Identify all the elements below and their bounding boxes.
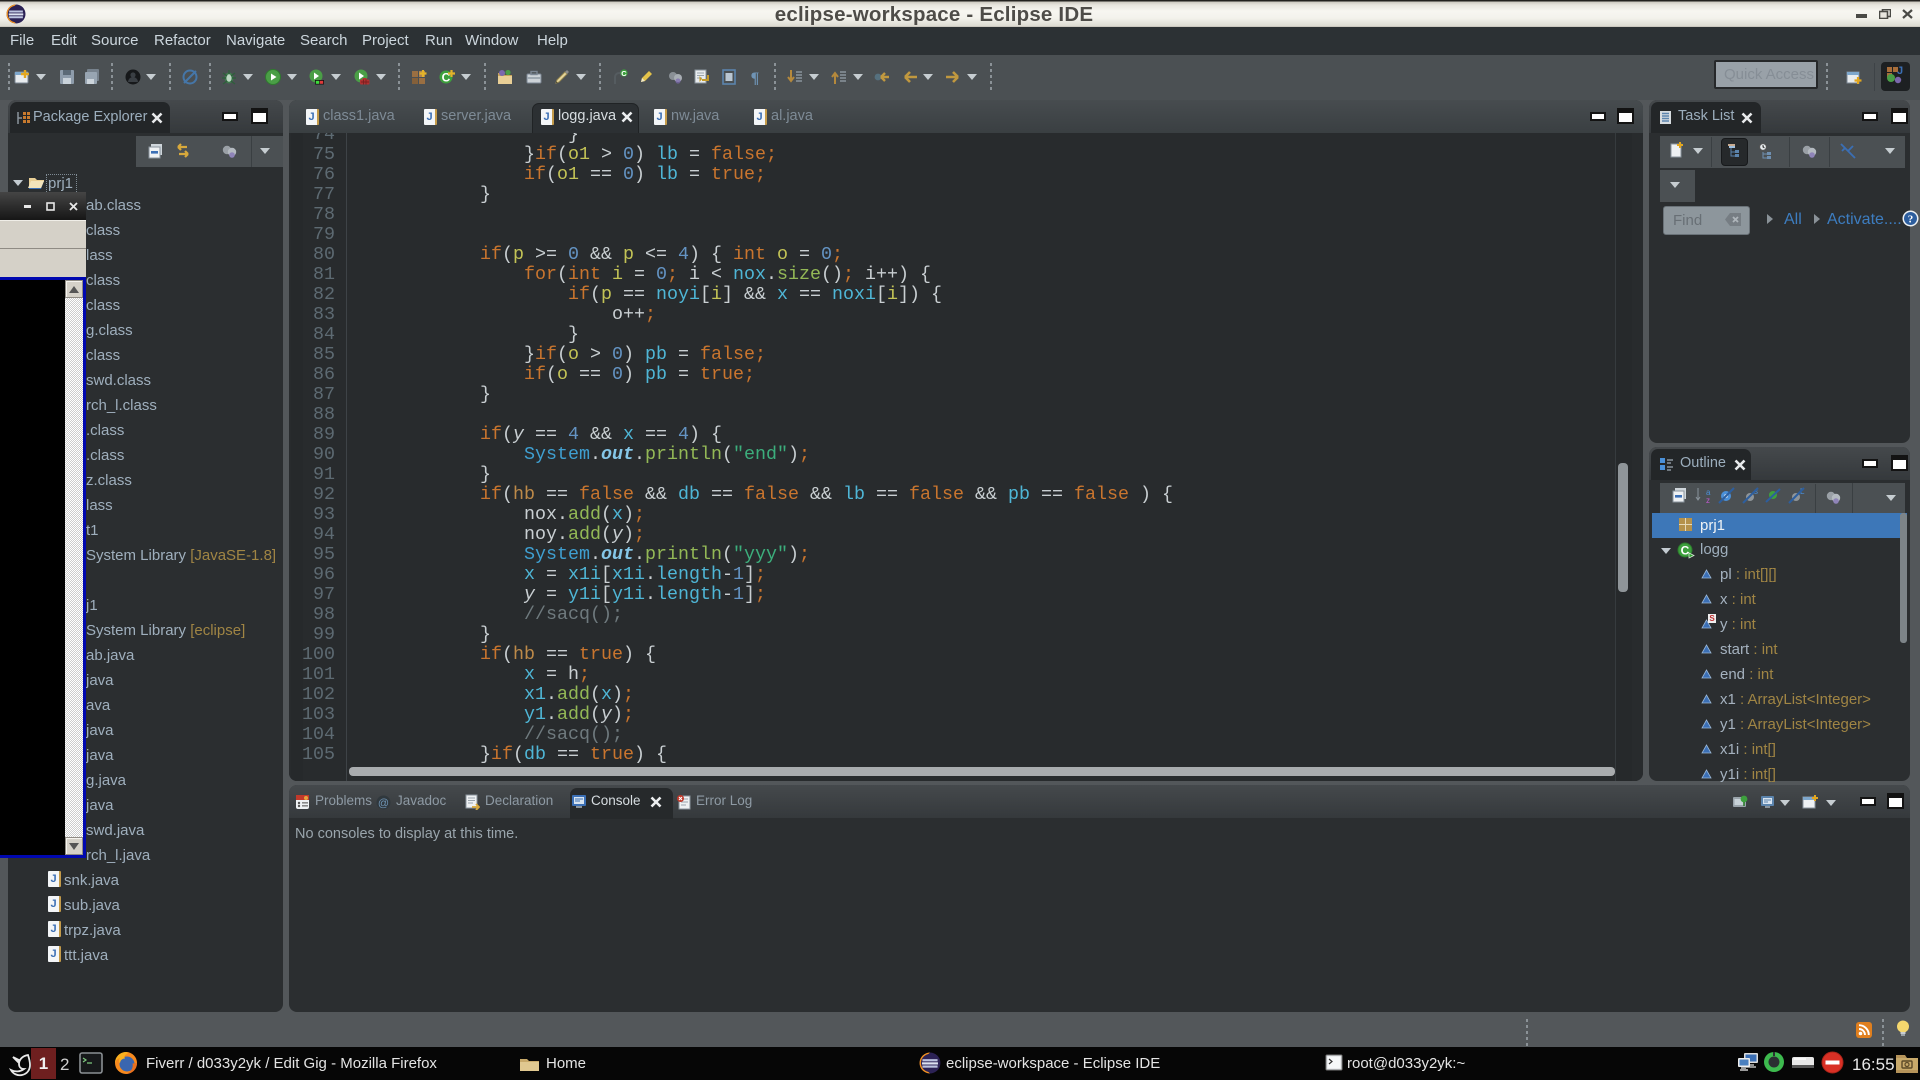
svg-text:C: C [1681, 544, 1690, 558]
svg-text:¶: ¶ [751, 70, 760, 85]
svg-text:?: ? [1908, 214, 1914, 226]
svg-text:@: @ [378, 798, 389, 810]
svg-text:z: z [1706, 496, 1710, 504]
svg-text:J: J [1897, 66, 1903, 77]
svg-text:C: C [621, 69, 627, 78]
